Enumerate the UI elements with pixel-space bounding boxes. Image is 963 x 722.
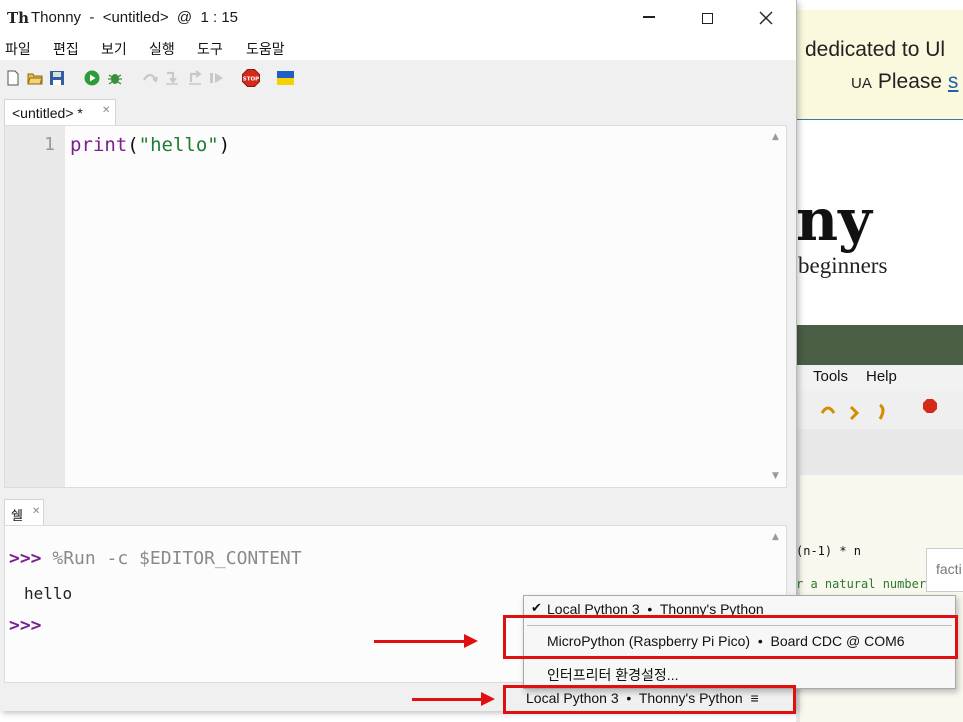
editor-tab-label: <untitled> * [12,105,83,121]
tab-close-icon[interactable]: ✕ [102,105,110,116]
line-number: 1 [44,134,55,155]
preview-code-line-1: (n-1) * n [796,544,862,558]
banner-please-text: Please [877,70,943,93]
banner-link[interactable]: s [948,70,959,93]
annotation-arrow-2 [412,692,495,706]
maximize-icon [701,12,713,24]
code-line[interactable]: print("hello") [70,134,230,156]
banner-text-line2: UA Please s [851,70,958,94]
preview-titlebar [796,325,963,365]
preview-menubar: Tools Help [796,365,963,391]
menu-help[interactable]: 도움말 [246,39,285,59]
stop-icon-label: STOP [243,77,259,83]
menu-file[interactable]: 파일 [5,39,31,59]
preview-toolbar [796,391,963,429]
preview-code-line-2: r a natural number [796,577,927,591]
menu-run[interactable]: 실행 [149,39,175,59]
minimize-button[interactable] [626,0,672,36]
code-close-paren: ) [218,134,231,156]
thonny-app-icon: Th [7,9,30,27]
shell-scroll-up-icon[interactable]: ▲ [772,532,779,542]
window-title: Thonny - <untitled> @ 1 : 15 [31,9,239,26]
highlight-box-interpreter-status [503,685,796,714]
editor-scrollbar[interactable]: ▲ ▼ [768,126,786,487]
step-into-icon [166,71,178,85]
shell-prompt-current: >>> [9,615,42,636]
tab-shell[interactable]: 쉘 ✕ [4,499,44,525]
close-icon [759,11,773,25]
scroll-up-icon[interactable]: ▲ [772,132,779,142]
banner-text-line1: dedicated to Ul [805,38,946,61]
annotation-arrow-1 [374,634,478,648]
shell-input-line[interactable]: >>> [9,615,42,636]
preview-stop-icon [923,399,937,413]
preview-step-icons [820,403,885,421]
run-icon[interactable] [84,70,100,86]
code-open-paren: ( [127,134,139,156]
tab-untitled[interactable]: <untitled> * ✕ [4,99,116,125]
banner-ua-label: UA [851,75,872,92]
menu-tools[interactable]: 도구 [197,39,223,59]
highlight-box-micropython [503,615,958,659]
shell-prompt: >>> [9,548,42,569]
preview-menu-tools: Tools [813,368,849,385]
editor-tab-bar: <untitled> * ✕ [0,96,796,125]
shell-tab-bar: 쉘 ✕ [0,496,796,525]
save-icon[interactable] [49,70,65,86]
code-function-name: print [70,134,128,156]
menu-item-interpreter-settings[interactable]: 인터프리터 환경설정... [524,660,955,688]
preview-menu-help: Help [866,368,897,385]
maximize-button[interactable] [684,0,730,36]
code-string: "hello" [138,134,219,156]
support-banner [796,10,963,120]
debug-icon[interactable] [107,70,123,86]
title-bar[interactable]: Th Thonny - <untitled> @ 1 : 15 [0,0,796,36]
check-icon: ✔ [531,600,542,615]
line-number-gutter: 1 [5,126,65,487]
code-editor[interactable]: 1 print("hello") ▲ ▼ [4,125,787,488]
stop-icon[interactable]: STOP [242,69,260,87]
close-button[interactable] [743,0,789,36]
step-out-icon [189,70,202,85]
menu-view[interactable]: 보기 [101,39,127,59]
site-title-fragment: ny [796,186,872,254]
menu-item-settings-label: 인터프리터 환경설정... [547,667,679,683]
open-file-icon[interactable] [27,70,43,86]
scroll-down-icon[interactable]: ▼ [772,471,779,481]
preview-tooltip: facti [926,548,963,592]
toolbar: STOP [0,60,796,96]
menu-bar: 파일 편집 보기 실행 도구 도움말 [0,36,796,60]
shell-command: %Run -c $EDITOR_CONTENT [52,548,302,569]
shell-command-line: >>> %Run -c $EDITOR_CONTENT [9,548,302,569]
shell-tab-label: 쉘 [11,509,23,524]
resume-icon [210,73,223,83]
new-file-icon[interactable] [5,70,21,86]
shell-output: hello [24,584,73,603]
ukraine-flag-icon[interactable] [277,71,294,85]
preview-tooltip-text: facti [936,561,962,577]
step-over-icon [143,73,158,83]
shell-tab-close-icon[interactable]: ✕ [32,506,40,517]
site-subtitle-fragment: beginners [798,253,888,278]
minimize-icon [643,16,655,18]
menu-edit[interactable]: 편집 [53,39,79,59]
